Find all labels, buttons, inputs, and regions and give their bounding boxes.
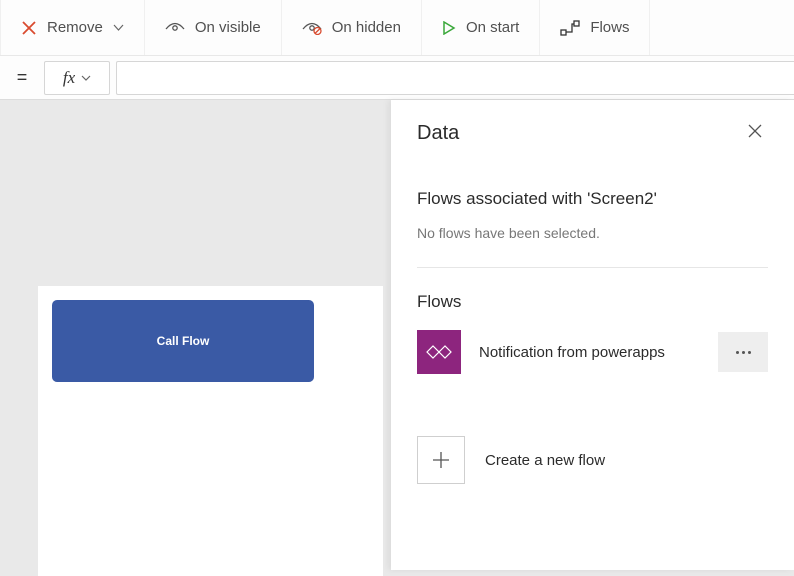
close-button[interactable] [746,122,764,145]
flow-icon [560,20,580,36]
on-visible-button[interactable]: On visible [145,0,282,55]
formula-bar: = fx [0,56,794,100]
plus-icon [430,449,452,471]
more-actions-button[interactable] [718,332,768,372]
fx-label: fx [63,68,75,88]
chevron-down-icon [81,73,91,83]
remove-button[interactable]: Remove [0,0,145,55]
data-panel: Data Flows associated with 'Screen2' No … [391,100,794,570]
remove-label: Remove [47,19,103,36]
flows-button[interactable]: Flows [540,0,650,55]
close-icon [746,122,764,140]
dot-icon [742,351,745,354]
dot-icon [736,351,739,354]
eye-icon [165,21,185,35]
screen-canvas[interactable]: Call Flow [38,286,383,576]
flow-item[interactable]: Notification from powerapps [417,330,768,374]
fx-selector[interactable]: fx [44,61,110,95]
divider [417,267,768,268]
on-visible-label: On visible [195,19,261,36]
no-flows-message: No flows have been selected. [417,225,768,241]
plus-box [417,436,465,484]
formula-input[interactable] [116,61,794,95]
play-icon [442,21,456,35]
create-flow-label: Create a new flow [485,452,605,469]
equals-indicator: = [0,67,44,88]
dot-icon [748,351,751,354]
eye-off-icon [302,21,322,35]
on-hidden-button[interactable]: On hidden [282,0,422,55]
flows-heading: Flows [417,292,768,312]
associated-flows-title: Flows associated with 'Screen2' [417,189,768,209]
toolbar: Remove On visible On hidden On start Flo… [0,0,794,56]
flows-label: Flows [590,19,629,36]
create-flow-button[interactable]: Create a new flow [417,436,768,484]
on-start-label: On start [466,19,519,36]
panel-title: Data [417,122,459,145]
flow-name: Notification from powerapps [479,344,700,361]
on-start-button[interactable]: On start [422,0,540,55]
call-flow-label: Call Flow [157,334,210,348]
on-hidden-label: On hidden [332,19,401,36]
call-flow-button[interactable]: Call Flow [52,300,314,382]
chevron-down-icon [113,22,124,33]
powerapps-icon [417,330,461,374]
x-icon [21,20,37,36]
